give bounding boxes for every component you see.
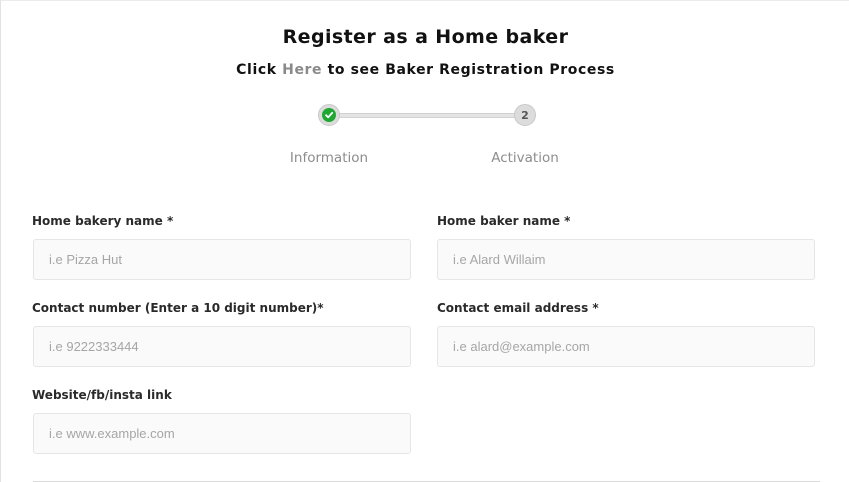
subtitle-prefix: Click bbox=[236, 62, 283, 78]
contact-email-label: Contact email address * bbox=[437, 301, 599, 315]
bakery-name-label: Home bakery name * bbox=[32, 214, 174, 228]
contact-number-input[interactable] bbox=[33, 326, 411, 367]
stepper-track bbox=[331, 113, 525, 118]
check-icon bbox=[322, 108, 336, 122]
page-title: Register as a Home baker bbox=[282, 26, 569, 48]
subtitle-suffix: to see Baker Registration Process bbox=[322, 62, 615, 78]
step-2-label: Activation bbox=[491, 150, 559, 166]
contact-email-input[interactable] bbox=[437, 326, 815, 367]
contact-number-label: Contact number (Enter a 10 digit number)… bbox=[32, 301, 324, 315]
baker-name-label: Home baker name * bbox=[437, 214, 571, 228]
registration-page: Register as a Home baker Click Here to s… bbox=[0, 0, 849, 482]
website-label: Website/fb/insta link bbox=[32, 388, 172, 402]
registration-process-link[interactable]: Here bbox=[282, 62, 322, 78]
step-2-indicator: 2 bbox=[514, 104, 536, 126]
website-input[interactable] bbox=[33, 413, 411, 454]
baker-name-input[interactable] bbox=[437, 239, 815, 280]
step-1-indicator bbox=[318, 104, 340, 126]
step-1-label: Information bbox=[289, 150, 369, 166]
bakery-name-input[interactable] bbox=[33, 239, 411, 280]
page-subtitle: Click Here to see Baker Registration Pro… bbox=[1, 62, 849, 78]
